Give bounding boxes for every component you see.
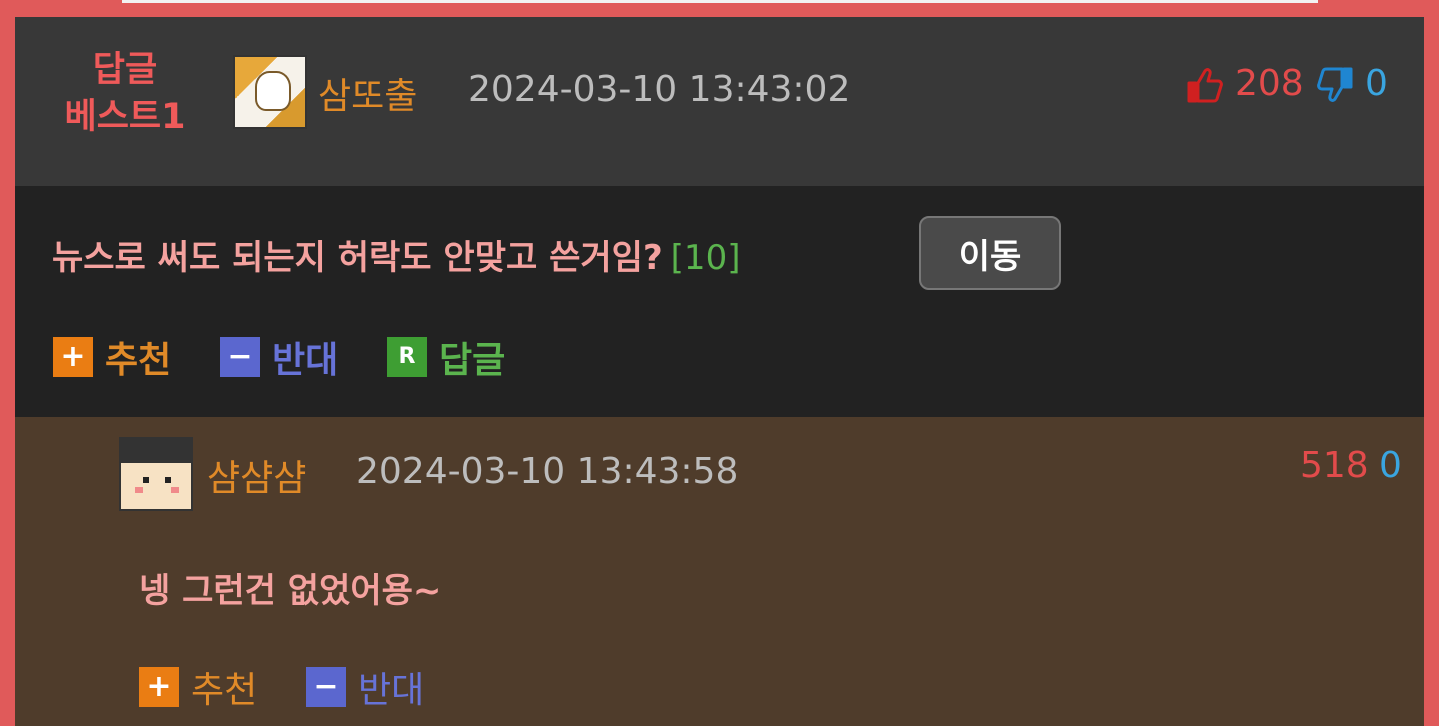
comment-frame: 답글 베스트1 삼또출 2024-03-10 13:43:02 208 0 뉴스 (0, 0, 1439, 726)
comment-timestamp: 2024-03-10 13:43:58 (356, 451, 739, 492)
oppose-label: 반대 (358, 670, 425, 711)
author-name[interactable]: 샴샴샴 (207, 449, 306, 501)
reply-count[interactable]: [10] (671, 238, 741, 278)
eye-left (143, 477, 149, 483)
cheek-left (135, 487, 143, 493)
author-name[interactable]: 삼또출 (318, 67, 417, 119)
upvote-count: 518 (1300, 445, 1369, 486)
top-divider (122, 0, 1318, 3)
comment-content: 뉴스로 써도 되는지 허락도 안맞고 쓴거임? [10] (52, 230, 740, 279)
comment-text: 넹 그런건 없었어용~ (139, 571, 442, 611)
avatar[interactable] (119, 437, 193, 511)
reply-comment: 샴샴샴 2024-03-10 13:43:58 518 0 넹 그런건 없었어용… (15, 417, 1424, 726)
graduation-cap-icon (121, 439, 191, 463)
oppose-button[interactable]: − 반대 (306, 661, 424, 713)
avatar[interactable] (233, 55, 307, 129)
recommend-button[interactable]: + 추천 (53, 331, 171, 383)
move-button[interactable]: 이동 (919, 216, 1061, 290)
oppose-button[interactable]: − 반대 (220, 331, 338, 383)
best-reply-badge: 답글 베스트1 (45, 47, 205, 141)
upvote-count: 208 (1235, 63, 1304, 104)
best-badge-line1: 답글 (92, 50, 158, 90)
comment-timestamp: 2024-03-10 13:43:02 (468, 69, 851, 110)
thumbs-down-icon[interactable] (1315, 65, 1355, 105)
recommend-label: 추천 (191, 670, 258, 711)
reply-button[interactable]: R 답글 (387, 331, 505, 383)
minus-icon: − (220, 337, 260, 377)
recommend-button[interactable]: + 추천 (139, 661, 257, 713)
eye-right (165, 477, 171, 483)
best-comment-header: 답글 베스트1 삼또출 2024-03-10 13:43:02 208 0 (15, 17, 1424, 186)
recommend-label: 추천 (105, 340, 172, 381)
reply-r-icon: R (387, 337, 427, 377)
plus-icon: + (53, 337, 93, 377)
comment-panel: 답글 베스트1 삼또출 2024-03-10 13:43:02 208 0 뉴스 (15, 17, 1424, 726)
oppose-label: 반대 (272, 340, 339, 381)
thumbs-up-icon[interactable] (1185, 65, 1225, 105)
cheek-right (171, 487, 179, 493)
best-badge-line2: 베스트1 (64, 97, 186, 137)
cat-avatar-icon (255, 71, 291, 111)
plus-icon: + (139, 667, 179, 707)
best-comment-body: 뉴스로 써도 되는지 허락도 안맞고 쓴거임? [10] 이동 + 추천 − 반대… (15, 186, 1424, 417)
reply-label: 답글 (439, 340, 506, 381)
minus-icon: − (306, 667, 346, 707)
downvote-count: 0 (1365, 63, 1388, 104)
comment-text: 뉴스로 써도 되는지 허락도 안맞고 쓴거임? (52, 238, 663, 278)
downvote-count: 0 (1379, 445, 1402, 486)
